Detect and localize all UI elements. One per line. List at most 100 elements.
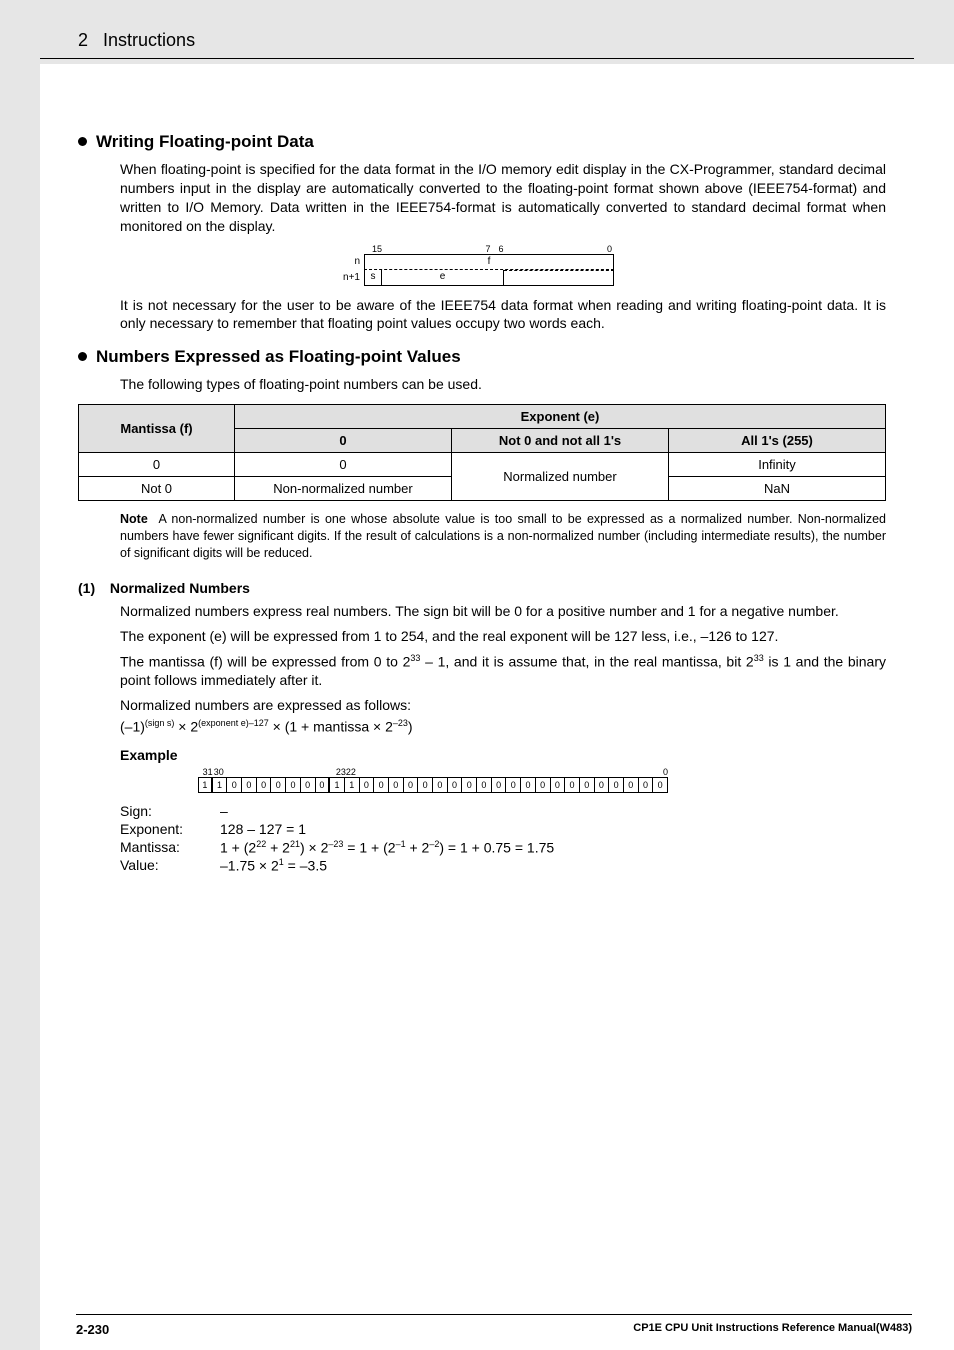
chapter-title: Instructions: [103, 30, 195, 50]
bit-label-0: 0: [607, 244, 612, 254]
bit-cell-15: 0: [433, 777, 448, 793]
bit-cell-4: 0: [595, 777, 610, 793]
para-numbers-intro: The following types of floating-point nu…: [120, 375, 886, 394]
bit-label-15: 15: [372, 244, 382, 254]
bit-cell-10: 0: [506, 777, 521, 793]
page: 2 Instructions Writing Floating-point Da…: [0, 0, 954, 1350]
norm-p2: The exponent (e) will be expressed from …: [120, 627, 886, 646]
th-exponent: Exponent (e): [235, 405, 886, 429]
calc-value: Value: –1.75 × 21 = –3.5: [120, 857, 886, 874]
calc-man-label: Mantissa:: [120, 839, 220, 856]
bit-cell-25: 0: [286, 777, 301, 793]
th-mantissa: Mantissa (f): [79, 405, 235, 453]
chapter-header: 2 Instructions: [78, 30, 195, 51]
calc-val-val: –1.75 × 21 = –3.5: [220, 857, 327, 874]
bit-cell-18: 0: [389, 777, 404, 793]
bit-cell-20: 0: [360, 777, 375, 793]
td-r2-c0: Non-normalized number: [235, 477, 452, 501]
calc-exp-val: 128 – 127 = 1: [220, 821, 306, 837]
td-normalized: Normalized number: [452, 453, 669, 501]
footer-page: 2-230: [76, 1322, 109, 1337]
para-writing-2: It is not necessary for the user to be a…: [120, 296, 886, 334]
content: Writing Floating-point Data When floatin…: [78, 118, 886, 876]
norm-p4: Normalized numbers are expressed as foll…: [120, 696, 886, 715]
bit-cell-16: 0: [418, 777, 433, 793]
section-heading-numbers: Numbers Expressed as Floating-point Valu…: [78, 347, 886, 367]
td-r1-m: 0: [79, 453, 235, 477]
footer-ref: CP1E CPU Unit Instructions Reference Man…: [633, 1322, 912, 1334]
calc-exp: Exponent: 128 – 127 = 1: [120, 821, 886, 837]
norm-formula: (–1)(sign s) × 2(exponent e)–127 × (1 + …: [120, 717, 886, 737]
calc-sign-val: –: [220, 803, 228, 819]
bit-l23: 23: [331, 767, 346, 777]
calc-exp-label: Exponent:: [120, 821, 220, 837]
bit-cell-29: 0: [227, 777, 242, 793]
subsection-normalized: (1) Normalized Numbers: [78, 580, 886, 596]
td-nan: NaN: [669, 477, 886, 501]
bit-cell-7: 0: [551, 777, 566, 793]
bit-cell-0: 0: [653, 777, 668, 793]
bit-cell-8: 0: [536, 777, 551, 793]
bit-cell-27: 0: [257, 777, 272, 793]
row-label-n: n: [332, 256, 364, 267]
bit-cell-26: 0: [271, 777, 286, 793]
bit-l30: 30: [214, 767, 229, 777]
td-infinity: Infinity: [669, 453, 886, 477]
bit-cell-19: 0: [374, 777, 389, 793]
calc-man-val: 1 + (222 + 221) × 2–23 = 1 + (2–1 + 2–2)…: [220, 839, 554, 856]
td-r1-c0: 0: [235, 453, 452, 477]
example-label: Example: [120, 747, 886, 763]
th-col0: 0: [235, 429, 452, 453]
calc-val-label: Value:: [120, 857, 220, 874]
diagram-bit-labels: 15 7 6 0: [362, 244, 612, 254]
footer-rule: [76, 1314, 912, 1315]
th-colall1: All 1's (255): [669, 429, 886, 453]
bit-cell-11: 0: [492, 777, 507, 793]
bit-cell-5: 0: [580, 777, 595, 793]
sub-title: Normalized Numbers: [110, 580, 250, 596]
diagram-row-n: n f: [332, 254, 632, 270]
th-colnz: Not 0 and not all 1's: [452, 429, 669, 453]
chapter-number: 2: [78, 30, 88, 50]
norm-p1: Normalized numbers express real numbers.…: [120, 602, 886, 621]
bit-l0: 0: [653, 767, 668, 777]
note-label: Note: [120, 512, 148, 526]
bit-cell-3: 0: [609, 777, 624, 793]
calc-sign: Sign: –: [120, 803, 886, 819]
cell-s: s: [364, 270, 382, 286]
cell-f: f: [364, 254, 614, 270]
cell-blank: [504, 270, 614, 286]
calc-sign-label: Sign:: [120, 803, 220, 819]
note-text: A non-normalized number is one whose abs…: [120, 512, 886, 560]
bit-cell-9: 0: [521, 777, 536, 793]
sub-num: (1): [78, 580, 106, 596]
note-block: Note A non-normalized number is one whos…: [120, 511, 886, 562]
bit-cell-13: 0: [462, 777, 477, 793]
norm-p3: The mantissa (f) will be expressed from …: [120, 652, 886, 690]
fp-types-table: Mantissa (f) Exponent (e) 0 Not 0 and no…: [78, 404, 886, 501]
bit-cell-23: 0: [316, 777, 331, 793]
bit-cell-1: 0: [639, 777, 654, 793]
bit-cell-2: 0: [624, 777, 639, 793]
bit-cell-24: 0: [301, 777, 316, 793]
td-r2-m: Not 0: [79, 477, 235, 501]
bit-cell-21: 1: [345, 777, 360, 793]
bit-cell-30: 1: [213, 777, 228, 793]
section-heading-writing: Writing Floating-point Data: [78, 132, 886, 152]
word-layout-diagram: 15 7 6 0 n f n+1 s e: [332, 244, 632, 286]
bit-cell-17: 0: [404, 777, 419, 793]
calc-mantissa: Mantissa: 1 + (222 + 221) × 2–23 = 1 + (…: [120, 839, 886, 856]
bit-cell-6: 0: [565, 777, 580, 793]
bit-labels: 31 30 23 22 0: [198, 767, 668, 777]
cell-e: e: [382, 270, 504, 286]
bit-l22: 22: [346, 767, 361, 777]
diagram-row-n1: n+1 s e: [332, 270, 632, 286]
bit-cell-14: 0: [448, 777, 463, 793]
example-bit-strip: 31 30 23 22 0 11000000011000000000000000…: [198, 767, 886, 793]
left-margin: [0, 0, 40, 1350]
bit-cell-28: 0: [242, 777, 257, 793]
header-rule: [40, 58, 914, 59]
para-writing-1: When floating-point is specified for the…: [120, 160, 886, 236]
bit-cell-22: 1: [330, 777, 345, 793]
bit-cell-31: 1: [198, 777, 213, 793]
